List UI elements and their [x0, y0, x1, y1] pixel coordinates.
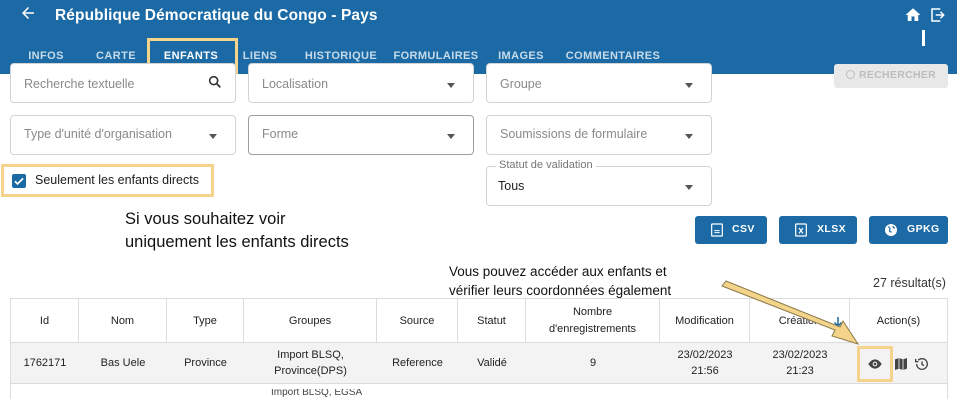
- localisation-placeholder: Localisation: [262, 77, 329, 91]
- form-submissions-select[interactable]: Soumissions de formulaire: [486, 115, 712, 155]
- column-header-statut[interactable]: Statut: [458, 299, 526, 343]
- direct-children-checkbox[interactable]: [12, 174, 26, 188]
- org-unit-type-select[interactable]: Type d'unité d'organisation: [10, 115, 236, 155]
- forme-select[interactable]: Forme: [248, 115, 474, 155]
- globe-icon: [883, 222, 899, 238]
- export-csv-label: CSV: [732, 223, 755, 235]
- annotation-actions: Vous pouvez accéder aux enfants et vérif…: [449, 264, 672, 298]
- export-xlsx-button[interactable]: XLSX: [779, 216, 857, 244]
- cell-groupes: Import BLSQ, Province(DPS): [244, 343, 377, 383]
- page-title: République Démocratique du Congo - Pays: [55, 7, 378, 24]
- org-unit-type-placeholder: Type d'unité d'organisation: [24, 127, 172, 141]
- chevron-down-icon: [685, 185, 693, 190]
- cell-nom: Bas Uele: [100, 357, 146, 369]
- validation-status-value: Tous: [498, 179, 525, 193]
- groupe-select[interactable]: Groupe: [486, 63, 712, 103]
- modification-time: 21:56: [691, 365, 719, 377]
- form-submissions-placeholder: Soumissions de formulaire: [500, 127, 648, 141]
- view-eye-icon[interactable]: [867, 356, 883, 372]
- record-count-header-line1: Nombre: [572, 306, 613, 318]
- annotation-direct-children: Si vous souhaitez voir uniquement les en…: [125, 210, 349, 251]
- groupes-line1: Import BLSQ,: [277, 349, 344, 361]
- column-header-id[interactable]: Id: [11, 299, 79, 343]
- export-xlsx-label: XLSX: [817, 223, 847, 235]
- chevron-down-icon: [209, 134, 217, 139]
- creation-time: 21:23: [786, 365, 814, 377]
- xlsx-file-icon: [793, 222, 809, 238]
- csv-file-icon: [709, 222, 725, 238]
- back-arrow-icon[interactable]: [16, 4, 40, 28]
- logout-icon[interactable]: [929, 6, 947, 24]
- cell-id: 1762171: [23, 357, 67, 369]
- cell-statut: Validé: [477, 357, 507, 369]
- export-csv-button[interactable]: CSV: [695, 216, 767, 244]
- column-header-type[interactable]: Type: [167, 299, 244, 343]
- cell-record-count: 9: [589, 357, 597, 369]
- partial-row-groupes: Import BLSQ, EGSA: [271, 389, 363, 397]
- search-placeholder: Recherche textuelle: [24, 77, 135, 91]
- column-header-record-count[interactable]: Nombre d'enregistrements: [526, 299, 660, 343]
- export-gpkg-label: GPKG: [907, 223, 940, 235]
- localisation-select[interactable]: Localisation: [248, 63, 474, 103]
- record-count-header-line2: d'enregistrements: [548, 323, 637, 335]
- chevron-down-icon: [685, 83, 693, 88]
- column-header-nom[interactable]: Nom: [79, 299, 167, 343]
- tab-scroll-indicator: [922, 30, 925, 46]
- search-button-label: RECHERCHER: [858, 69, 937, 81]
- row-divider: [11, 383, 947, 384]
- validation-status-label: Statut de validation: [496, 159, 596, 171]
- map-icon[interactable]: [893, 356, 909, 372]
- direct-children-label: Seulement les enfants directs: [35, 173, 199, 187]
- groupe-placeholder: Groupe: [500, 77, 542, 91]
- chevron-down-icon: [447, 134, 455, 139]
- column-header-source[interactable]: Source: [377, 299, 458, 343]
- validation-status-select[interactable]: Statut de validation Tous: [486, 159, 712, 206]
- export-gpkg-button[interactable]: GPKG: [869, 216, 948, 244]
- search-icon: [845, 70, 855, 79]
- column-header-groupes[interactable]: Groupes: [244, 299, 377, 343]
- direct-children-filter[interactable]: Seulement les enfants directs: [1, 164, 214, 197]
- search-button[interactable]: RECHERCHER: [834, 64, 948, 88]
- home-icon[interactable]: [904, 6, 922, 24]
- search-input[interactable]: Recherche textuelle: [10, 63, 236, 103]
- annotation-arrow: [721, 280, 860, 345]
- search-icon: [207, 74, 223, 90]
- cell-source: Reference: [392, 357, 443, 369]
- chevron-down-icon: [685, 134, 693, 139]
- groupes-line2: Province(DPS): [274, 365, 347, 377]
- forme-placeholder: Forme: [262, 127, 299, 141]
- cell-type: Province: [184, 357, 227, 369]
- history-icon[interactable]: [914, 356, 930, 372]
- results-count: 27 résultat(s): [873, 276, 946, 290]
- chevron-down-icon: [447, 83, 455, 88]
